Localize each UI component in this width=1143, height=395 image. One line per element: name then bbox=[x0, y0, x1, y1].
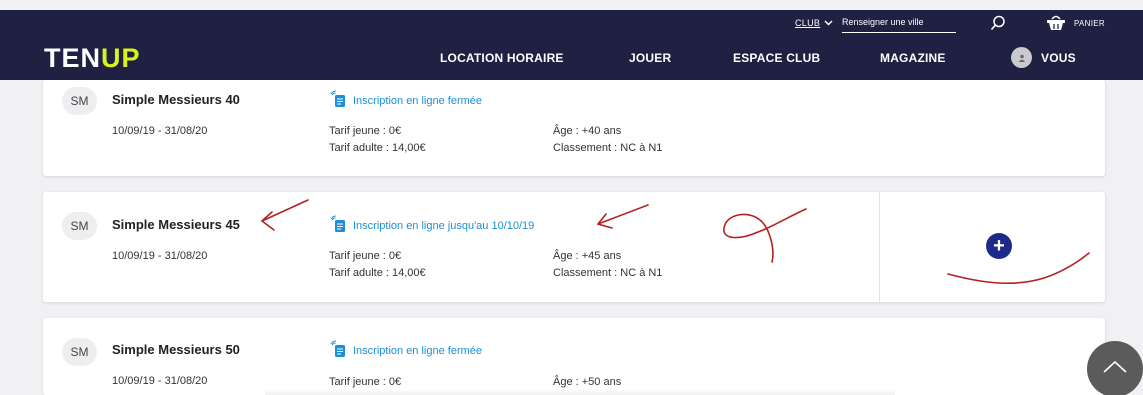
age-block: Âge : +45 ans Classement : NC à N1 bbox=[553, 248, 662, 282]
event-badge: SM bbox=[62, 338, 97, 366]
nav-magazine[interactable]: MAGAZINE bbox=[880, 51, 946, 65]
form-icon bbox=[329, 340, 353, 361]
top-header: CLUB Renseigner une ville PANIER TENUP L… bbox=[0, 0, 1143, 80]
nav-jouer[interactable]: JOUER bbox=[629, 51, 671, 65]
event-badge: SM bbox=[62, 87, 97, 115]
club-selector[interactable]: CLUB bbox=[795, 13, 833, 33]
tarif-jeune: Tarif jeune : 0€ bbox=[329, 250, 402, 262]
classement: Classement : NC à N1 bbox=[553, 267, 663, 279]
inscription-text: Inscription en ligne fermée bbox=[353, 344, 483, 357]
inscription-status: Inscription en ligne fermée bbox=[329, 90, 482, 111]
age-range: Âge : +40 ans bbox=[553, 125, 622, 137]
chevron-up-icon bbox=[1102, 360, 1128, 379]
event-dates: 10/09/19 - 31/08/20 bbox=[112, 250, 208, 262]
nav-espace-club[interactable]: ESPACE CLUB bbox=[733, 51, 820, 65]
form-icon bbox=[329, 215, 353, 236]
avatar[interactable] bbox=[1011, 47, 1032, 68]
classement: Classement : NC à N1 bbox=[553, 142, 663, 154]
logo-ten: TEN bbox=[44, 43, 101, 73]
age-block: Âge : +40 ans Classement : NC à N1 bbox=[553, 123, 662, 157]
tarif-block: Tarif jeune : 0€ Tarif adulte : 14,00€ bbox=[329, 248, 426, 282]
event-card: SM Simple Messieurs 50 10/09/19 - 31/08/… bbox=[43, 318, 1105, 395]
scroll-to-top-button[interactable] bbox=[1087, 341, 1143, 395]
chevron-down-icon bbox=[824, 18, 833, 29]
event-name: Simple Messieurs 40 bbox=[112, 92, 240, 107]
city-input[interactable]: Renseigner une ville bbox=[842, 13, 956, 33]
tarif-adulte: Tarif adulte : 14,00€ bbox=[329, 142, 426, 154]
bottom-fade bbox=[265, 389, 895, 395]
top-strip bbox=[0, 0, 1143, 10]
tarif-jeune: Tarif jeune : 0€ bbox=[329, 125, 402, 137]
event-card: SM Simple Messieurs 45 10/09/19 - 31/08/… bbox=[43, 192, 1105, 302]
nav-location-horaire[interactable]: LOCATION HORAIRE bbox=[440, 51, 564, 65]
tarif-block: Tarif jeune : 0€ Tarif adulte : 14,00€ bbox=[329, 123, 426, 157]
add-button[interactable]: + bbox=[986, 233, 1012, 259]
tenup-logo[interactable]: TENUP bbox=[44, 43, 141, 74]
card-divider bbox=[879, 192, 880, 302]
inscription-link[interactable]: Inscription en ligne jusqu'au 10/10/19 bbox=[353, 220, 534, 232]
tarif-adulte: Tarif adulte : 14,00€ bbox=[329, 267, 426, 279]
search-icon[interactable] bbox=[990, 13, 1008, 33]
event-dates: 10/09/19 - 31/08/20 bbox=[112, 125, 208, 137]
inscription-text: Inscription en ligne fermée bbox=[353, 94, 483, 107]
club-label: CLUB bbox=[795, 18, 821, 28]
event-name: Simple Messieurs 45 bbox=[112, 217, 240, 232]
age-range: Âge : +45 ans bbox=[553, 250, 622, 262]
inscription-status: Inscription en ligne fermée bbox=[329, 340, 482, 361]
inscription-status: Inscription en ligne jusqu'au 10/10/19 bbox=[329, 215, 534, 236]
event-card: SM Simple Messieurs 40 10/09/19 - 31/08/… bbox=[43, 80, 1105, 176]
event-name: Simple Messieurs 50 bbox=[112, 342, 240, 357]
plus-icon: + bbox=[993, 235, 1005, 257]
basket-label[interactable]: PANIER bbox=[1074, 13, 1105, 33]
event-badge: SM bbox=[62, 212, 97, 240]
basket-icon[interactable] bbox=[1046, 13, 1066, 33]
event-dates: 10/09/19 - 31/08/20 bbox=[112, 375, 208, 387]
logo-up: UP bbox=[101, 43, 141, 73]
nav-vous[interactable]: VOUS bbox=[1041, 51, 1076, 65]
form-icon bbox=[329, 90, 353, 111]
